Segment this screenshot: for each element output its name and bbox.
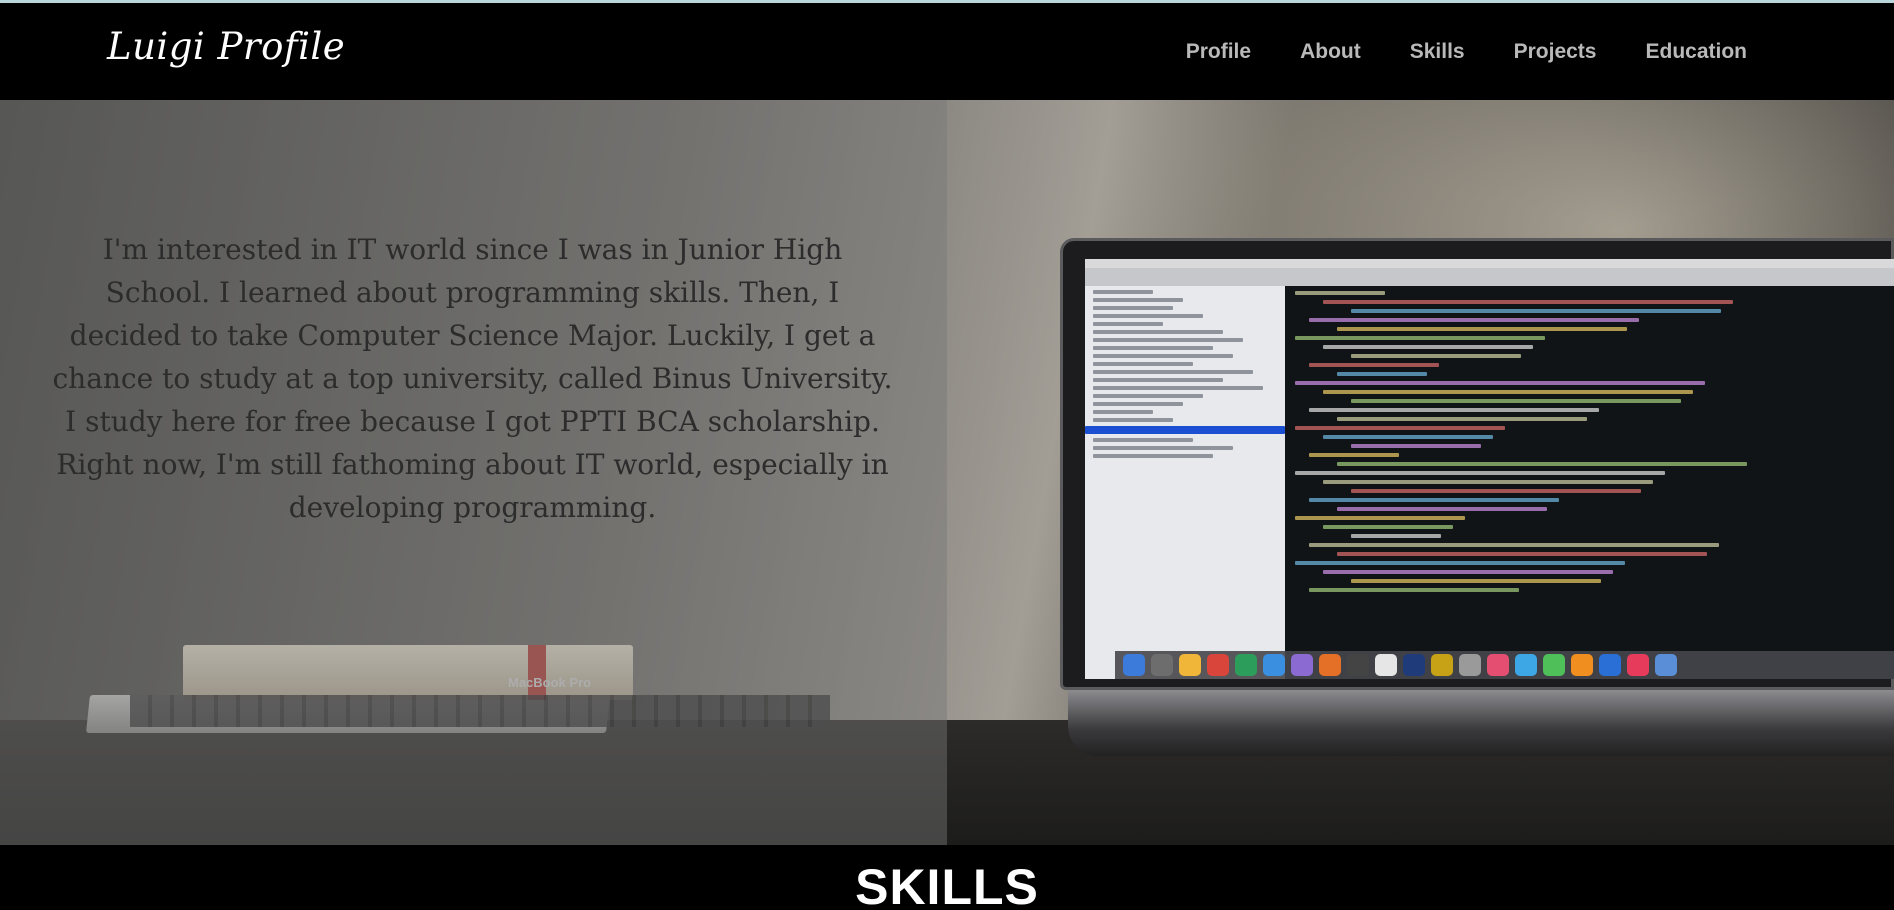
brand-logo[interactable]: Luigi Profile [107,25,345,68]
code-line [1309,543,1719,547]
dock-app-icon [1515,654,1537,676]
code-line [1337,462,1747,466]
dock-app-icon [1235,654,1257,676]
code-line [1337,327,1627,331]
screen-file-tree [1085,286,1285,679]
code-line [1351,489,1641,493]
hero-text-panel: I'm interested in IT world since I was i… [0,100,947,845]
hero-section: MacBook Pro I'm interested in IT world s… [0,100,1894,845]
code-line [1309,588,1519,592]
code-line [1309,408,1599,412]
code-line [1351,444,1481,448]
nav-link-skills[interactable]: Skills [1410,40,1465,64]
dock-app-icon [1487,654,1509,676]
nav-link-education[interactable]: Education [1645,40,1747,64]
nav-link-projects[interactable]: Projects [1514,40,1597,64]
code-line [1295,471,1665,475]
dock-app-icon [1291,654,1313,676]
hero-about-text: I'm interested in IT world since I was i… [52,233,893,524]
code-line [1351,354,1521,358]
laptop-base [1068,690,1894,756]
dock-app-icon [1543,654,1565,676]
code-line [1295,381,1705,385]
dock-app-icon [1403,654,1425,676]
dock-app-icon [1347,654,1369,676]
code-line [1323,570,1613,574]
dock-app-icon [1375,654,1397,676]
dock-app-icon [1459,654,1481,676]
code-line [1337,507,1547,511]
screen-dock [1115,651,1894,679]
dock-app-icon [1263,654,1285,676]
dock-app-icon [1431,654,1453,676]
nav-link-about[interactable]: About [1300,40,1361,64]
code-line [1351,399,1681,403]
dock-app-icon [1319,654,1341,676]
dock-app-icon [1599,654,1621,676]
dock-app-icon [1655,654,1677,676]
code-line [1295,291,1385,295]
screen-code-area [1285,286,1894,651]
code-line [1295,336,1545,340]
code-line [1295,561,1625,565]
dock-app-icon [1151,654,1173,676]
code-line [1309,453,1399,457]
code-line [1309,363,1439,367]
navbar: Luigi Profile Profile About Skills Proje… [0,3,1894,100]
code-line [1337,372,1427,376]
code-line [1295,426,1505,430]
code-line [1337,417,1587,421]
dock-app-icon [1179,654,1201,676]
dock-app-icon [1207,654,1229,676]
nav-links: Profile About Skills Projects Education [1186,3,1747,100]
screen-menu-bar [1085,259,1894,268]
code-line [1309,498,1559,502]
laptop-screen [1085,259,1894,679]
laptop-illustration [1060,238,1894,756]
code-line [1323,390,1693,394]
code-line [1323,480,1653,484]
dock-app-icon [1627,654,1649,676]
code-line [1323,525,1453,529]
dock-app-icon [1123,654,1145,676]
skills-section: SKILLS [0,845,1894,910]
code-line [1351,309,1721,313]
code-line [1309,318,1639,322]
screen-toolbar [1085,268,1894,286]
code-line [1323,435,1493,439]
code-line [1337,552,1707,556]
code-line [1323,345,1533,349]
skills-heading: SKILLS [855,859,1039,910]
nav-link-profile[interactable]: Profile [1186,40,1251,64]
code-line [1351,534,1441,538]
dock-app-icon [1571,654,1593,676]
code-line [1351,579,1601,583]
laptop-lid [1060,238,1894,690]
code-line [1323,300,1733,304]
code-line [1295,516,1465,520]
